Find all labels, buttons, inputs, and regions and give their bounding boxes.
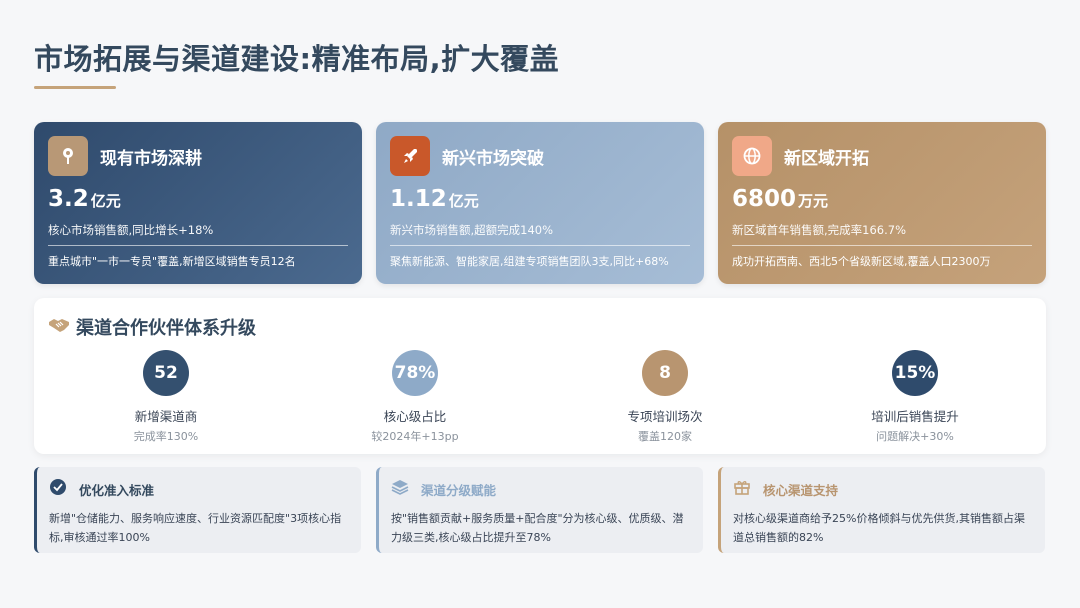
stat-value: 52 [143,350,189,396]
stat-label: 培训后销售提升 [871,409,959,424]
check-circle-icon [49,478,67,500]
box-text: 按"销售额贡献+服务质量+配合度"分为核心级、优质级、潜力级三类,核心级占比提升… [391,512,684,544]
box-text: 对核心级渠道商给予25%价格倾斜与优先供货,其销售额占渠道总销售额的82% [733,512,1025,544]
box-title: 核心渠道支持 [763,482,839,498]
card-description: 重点城市"一市一专员"覆盖,新增区域销售专员12名 [48,255,296,268]
card-title: 新区域开拓 [784,148,869,169]
card-new-region: 新区域开拓 6800 万元 新区域首年销售额,完成率166.7% 成功开拓西南、… [718,122,1046,284]
stat-core-ratio: 78% 核心级占比 较2024年+13pp [315,350,515,444]
stat-note: 问题解决+30% [876,430,954,443]
stat-label: 专项培训场次 [627,409,703,424]
stat-label: 新增渠道商 [134,409,198,424]
card-unit: 亿元 [448,192,479,210]
rocket-icon [390,136,430,176]
stat-training-sessions: 8 专项培训场次 覆盖120家 [565,350,765,444]
stat-new-channels: 52 新增渠道商 完成率130% [66,350,266,444]
box-title: 优化准入标准 [79,482,155,498]
card-existing-market: 现有市场深耕 3.2 亿元 核心市场销售额,同比增长+18% 重点城市"一市一专… [34,122,362,284]
stat-value: 8 [642,350,688,396]
partner-panel: 渠道合作伙伴体系升级 52 新增渠道商 完成率130% 78% 核心级占比 较2… [34,298,1046,454]
card-description: 成功开拓西南、西北5个省级新区域,覆盖人口2300万 [732,255,991,268]
card-title: 新兴市场突破 [442,148,544,169]
stat-sales-lift: 15% 培训后销售提升 问题解决+30% [815,350,1015,444]
stat-label: 核心级占比 [383,409,447,424]
card-subtitle: 核心市场销售额,同比增长+18% [48,223,214,237]
card-unit: 万元 [798,192,829,210]
handshake-icon [48,316,70,338]
card-title: 现有市场深耕 [100,148,202,169]
card-value: 3.2 [48,186,89,212]
card-value: 6800 [732,186,797,212]
card-divider [390,245,690,246]
card-divider [732,245,1032,246]
card-description: 聚焦新能源、智能家居,组建专项销售团队3支,同比+68% [390,255,669,268]
card-divider [48,245,348,246]
box-text: 新增"仓储能力、服务响应速度、行业资源匹配度"3项核心指标,审核通过率100% [49,512,342,544]
stat-note: 较2024年+13pp [371,430,459,443]
card-value: 1.12 [390,186,447,212]
map-pin-icon [48,136,88,176]
card-subtitle: 新兴市场销售额,超额完成140% [390,223,554,237]
stat-note: 覆盖120家 [638,430,692,443]
panel-title: 渠道合作伙伴体系升级 [76,318,256,339]
stat-note: 完成率130% [133,430,199,443]
box-admission-standard: 优化准入标准 新增"仓储能力、服务响应速度、行业资源匹配度"3项核心指标,审核通… [34,467,361,553]
gift-icon [733,478,751,500]
stat-value: 78% [392,350,438,396]
page-title: 市场拓展与渠道建设:精准布局,扩大覆盖 [34,42,560,76]
box-title: 渠道分级赋能 [421,482,497,498]
box-channel-tiering: 渠道分级赋能 按"销售额贡献+服务质量+配合度"分为核心级、优质级、潜力级三类,… [376,467,703,553]
box-core-support: 核心渠道支持 对核心级渠道商给予25%价格倾斜与优先供货,其销售额占渠道总销售额… [718,467,1045,553]
card-subtitle: 新区域首年销售额,完成率166.7% [732,223,907,237]
globe-icon [732,136,772,176]
stat-value: 15% [892,350,938,396]
card-emerging-market: 新兴市场突破 1.12 亿元 新兴市场销售额,超额完成140% 聚焦新能源、智能… [376,122,704,284]
card-unit: 亿元 [90,192,121,210]
title-underline [34,86,116,89]
layers-icon [391,478,409,500]
